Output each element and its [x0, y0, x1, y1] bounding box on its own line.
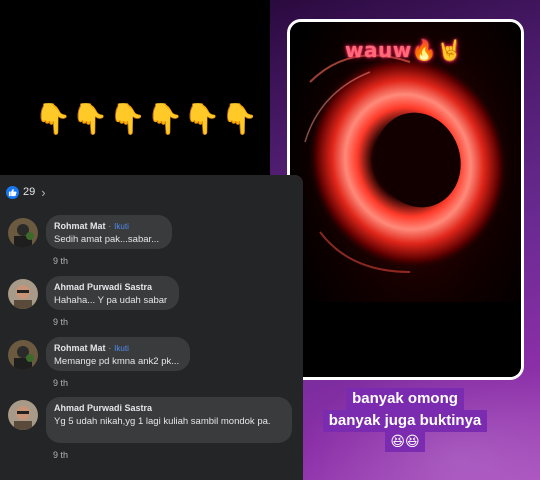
comments-panel: 29 › Rohmat Mat · Ikuti Sedih amat pak..… [0, 175, 303, 480]
pointing-down-emoji-row: 👇👇👇👇👇👇 [34, 102, 259, 137]
video-overlay-text: wauw🔥🤘 [345, 38, 463, 62]
like-icon [6, 185, 19, 199]
comment-text: Hahaha... Y pa udah sabar [54, 295, 168, 306]
follow-link[interactable]: Ikuti [114, 222, 129, 231]
comment-bubble[interactable]: Ahmad Purwadi Sastra Yg 5 udah nikah,yg … [46, 397, 292, 443]
reaction-count: 29 [23, 186, 36, 198]
separator-dot: · [108, 343, 112, 353]
comment-item: Ahmad Purwadi Sastra Hahaha... Y pa udah… [0, 276, 303, 334]
comment-author[interactable]: Rohmat Mat [54, 343, 106, 353]
comment-time[interactable]: 9 th [53, 378, 68, 388]
comment-time[interactable]: 9 th [53, 450, 68, 460]
comment-text: Sedih amat pak...sabar... [54, 234, 160, 245]
comment-item: Ahmad Purwadi Sastra Yg 5 udah nikah,yg … [0, 397, 303, 477]
comment-item: Rohmat Mat · Ikuti Memange pd kmna ank2 … [0, 337, 303, 395]
avatar[interactable] [8, 218, 38, 248]
comment-bubble[interactable]: Rohmat Mat · Ikuti Sedih amat pak...saba… [46, 215, 172, 249]
comment-item: Rohmat Mat · Ikuti Sedih amat pak...saba… [0, 215, 303, 273]
comment-bubble[interactable]: Ahmad Purwadi Sastra Hahaha... Y pa udah… [46, 276, 179, 310]
caption-line-1: banyak omong [346, 388, 464, 410]
avatar[interactable] [8, 400, 38, 430]
comment-time[interactable]: 9 th [53, 256, 68, 266]
reaction-summary[interactable]: 29 › [6, 184, 46, 200]
comment-author[interactable]: Ahmad Purwadi Sastra [54, 282, 152, 292]
top-left-area: 👇👇👇👇👇👇 [0, 0, 270, 175]
comment-text: Memange pd kmna ank2 pk... [54, 356, 180, 367]
comment-text: Yg 5 udah nikah,yg 1 lagi kuliah sambil … [54, 416, 271, 427]
chevron-right-icon[interactable]: › [41, 186, 45, 199]
separator-dot: · [108, 221, 112, 231]
avatar[interactable] [8, 340, 38, 370]
caption-line-2: banyak juga buktinya [322, 410, 488, 432]
video-caption: banyak omong banyak juga buktinya 😆😆 [322, 388, 488, 452]
comment-author[interactable]: Ahmad Purwadi Sastra [54, 403, 152, 413]
comment-author[interactable]: Rohmat Mat [54, 221, 106, 231]
follow-link[interactable]: Ikuti [114, 344, 129, 353]
video-card[interactable]: wauw🔥🤘 [287, 19, 524, 380]
comment-bubble[interactable]: Rohmat Mat · Ikuti Memange pd kmna ank2 … [46, 337, 190, 371]
red-vortex-illustration [290, 32, 521, 377]
caption-emoji-line: 😆😆 [385, 432, 425, 452]
avatar[interactable] [8, 279, 38, 309]
video-frame [290, 22, 521, 377]
comment-time[interactable]: 9 th [53, 317, 68, 327]
